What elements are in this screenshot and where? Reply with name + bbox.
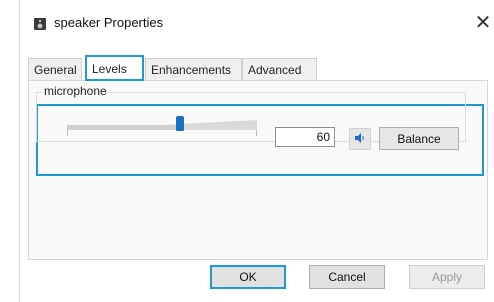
ok-button[interactable]: OK (210, 265, 286, 289)
title-bar: speaker Properties ✕ (20, 0, 494, 48)
microphone-group-label: microphone (42, 84, 109, 98)
close-icon: ✕ (474, 11, 492, 34)
level-slider[interactable] (67, 115, 257, 141)
apply-button[interactable]: Apply (409, 265, 485, 289)
slider-thumb[interactable] (176, 116, 184, 131)
speaker-app-icon (33, 17, 47, 31)
cancel-button[interactable]: Cancel (309, 265, 385, 289)
tab-general[interactable]: General (28, 58, 82, 80)
tab-advanced[interactable]: Advanced (242, 58, 317, 80)
window-title: speaker Properties (54, 15, 164, 30)
properties-window: speaker Properties ✕ General Levels Enha… (19, 0, 494, 302)
levels-panel: microphone Balance (28, 80, 488, 260)
close-button[interactable]: ✕ (471, 8, 494, 36)
mute-toggle-button[interactable] (349, 128, 371, 150)
tab-strip: General Levels Enhancements Advanced (28, 55, 488, 81)
speaker-icon (354, 132, 366, 147)
balance-button[interactable]: Balance (379, 127, 459, 150)
level-value-input[interactable] (275, 127, 335, 147)
slider-ticks (67, 130, 257, 136)
tab-enhancements[interactable]: Enhancements (145, 58, 242, 80)
tab-levels[interactable]: Levels (85, 55, 144, 81)
